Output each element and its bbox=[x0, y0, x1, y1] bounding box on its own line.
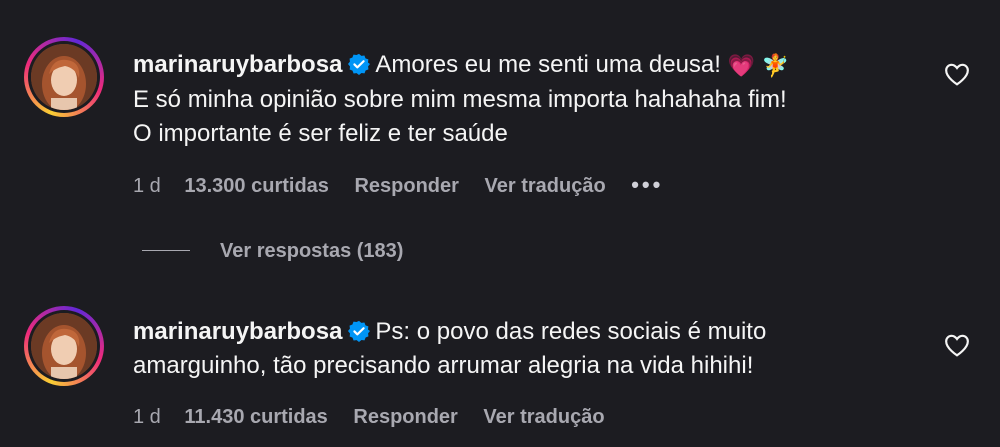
heart-outline-icon[interactable] bbox=[944, 333, 970, 357]
comment-meta: 1 d 11.430 curtidas Responder Ver traduç… bbox=[133, 406, 625, 429]
username[interactable]: marinaruybarbosa bbox=[133, 318, 342, 345]
heart-outline-icon[interactable] bbox=[944, 62, 970, 86]
avatar[interactable] bbox=[24, 37, 104, 117]
reply-button[interactable]: Responder bbox=[354, 175, 458, 197]
comment-text-line3: O importante é ser feliz e ter saúde bbox=[133, 120, 508, 147]
avatar-photo bbox=[31, 313, 97, 379]
avatar[interactable] bbox=[24, 306, 104, 386]
verified-badge-icon bbox=[348, 53, 371, 75]
fairy-emoji: 🧚 bbox=[761, 53, 790, 78]
username[interactable]: marinaruybarbosa bbox=[133, 51, 342, 78]
timestamp[interactable]: 1 d bbox=[133, 406, 161, 428]
translate-button[interactable]: Ver tradução bbox=[485, 175, 606, 197]
comment-text-line2: amarguinho, tão precisando arrumar alegr… bbox=[133, 352, 754, 379]
more-options-icon[interactable]: ••• bbox=[631, 172, 663, 197]
likes-count[interactable]: 13.300 curtidas bbox=[184, 175, 329, 197]
comment: marinaruybarbosa Ps: o povo das redes so… bbox=[0, 298, 1000, 447]
verified-badge-icon bbox=[348, 320, 371, 342]
comment-meta: 1 d 13.300 curtidas Responder Ver traduç… bbox=[133, 172, 683, 198]
comment-text-line1: Ps: o povo das redes sociais é muito bbox=[375, 318, 767, 345]
comment-text-line2: E só minha opinião sobre mim mesma impor… bbox=[133, 86, 787, 113]
replies-divider bbox=[142, 250, 190, 251]
comment-text: marinaruybarbosa Ps: o povo das redes so… bbox=[133, 315, 923, 383]
heart-emoji: 💗 bbox=[727, 53, 756, 78]
avatar-photo bbox=[31, 44, 97, 110]
likes-count[interactable]: 11.430 curtidas bbox=[184, 406, 327, 428]
view-replies-label: Ver respostas (183) bbox=[220, 240, 404, 262]
reply-button[interactable]: Responder bbox=[353, 406, 457, 428]
translate-button[interactable]: Ver tradução bbox=[483, 406, 604, 428]
view-replies-button[interactable]: Ver respostas (183) bbox=[142, 240, 403, 270]
timestamp[interactable]: 1 d bbox=[133, 175, 161, 197]
comment-text-line1: Amores eu me senti uma deusa! bbox=[375, 51, 721, 78]
comment: marinaruybarbosa Amores eu me senti uma … bbox=[0, 0, 1000, 240]
comment-text: marinaruybarbosa Amores eu me senti uma … bbox=[133, 48, 923, 151]
